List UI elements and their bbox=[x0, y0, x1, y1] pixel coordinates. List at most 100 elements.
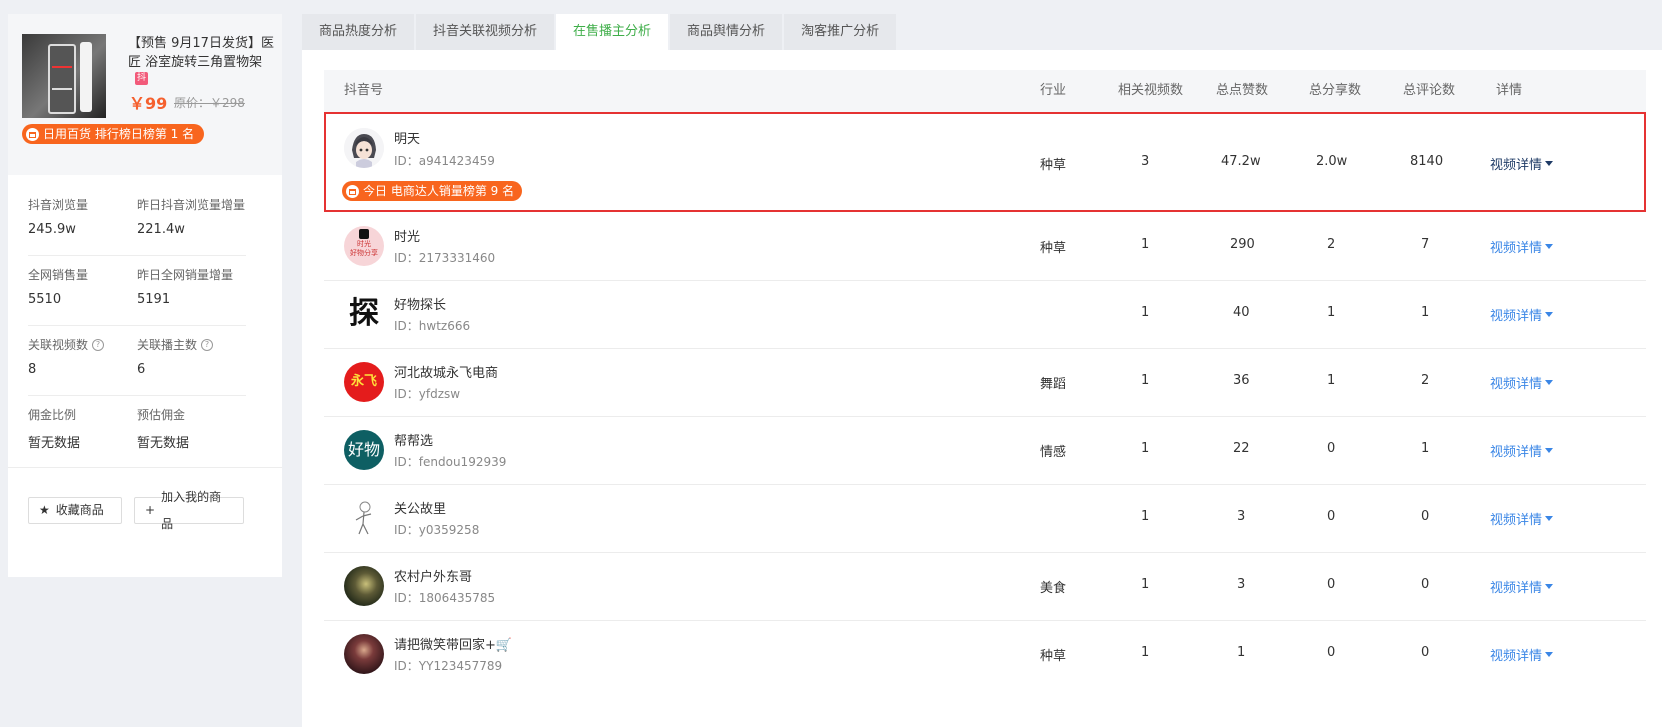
tab-product-heat[interactable]: 商品热度分析 bbox=[302, 14, 415, 50]
table-row[interactable]: 好物 帮帮选 ID：fendou192939 情感 1 22 0 1 视频详情 bbox=[324, 416, 1646, 485]
tab-related-videos[interactable]: 抖音关联视频分析 bbox=[416, 14, 555, 50]
sales-rank-badge: 今日 电商达人销量榜第 9 名 bbox=[342, 181, 523, 201]
table-row[interactable]: 探 好物探长 ID：hwtz666 1 40 1 1 视频详情 bbox=[324, 280, 1646, 349]
chevron-down-icon bbox=[1545, 652, 1554, 657]
cell-comments: 0 bbox=[1421, 645, 1430, 660]
account-id: ID：y0359258 bbox=[394, 523, 480, 537]
table-row[interactable]: 请把微笑带回家+🛒 ID：YY123457789 种草 1 1 0 0 视频详情 bbox=[324, 620, 1646, 688]
cell-likes: 3 bbox=[1237, 509, 1246, 524]
cell-likes: 3 bbox=[1237, 577, 1246, 592]
teal-avatar[interactable]: 好物 bbox=[344, 430, 384, 470]
portrait-avatar[interactable] bbox=[344, 634, 384, 674]
video-detail-link[interactable]: 视频详情 bbox=[1490, 441, 1554, 460]
video-detail-link[interactable]: 视频详情 bbox=[1490, 237, 1554, 256]
stat-douyin-views: 抖音浏览量 245.9w bbox=[28, 198, 89, 237]
category-rank-badge: 日用百货 排行榜日榜第 1 名 bbox=[22, 124, 205, 144]
photo-avatar[interactable] bbox=[344, 566, 384, 606]
account-id: ID：1806435785 bbox=[394, 591, 496, 605]
cell-likes: 40 bbox=[1233, 305, 1250, 320]
cell-industry: 美食 bbox=[1040, 581, 1067, 596]
col-industry: 行业 bbox=[1040, 83, 1067, 98]
analysis-tabs: 商品热度分析 抖音关联视频分析 在售播主分析 商品舆情分析 淘客推广分析 bbox=[302, 14, 897, 50]
cell-comments: 7 bbox=[1421, 237, 1430, 252]
stat-yesterday-sales: 昨日全网销量增量 5191 bbox=[137, 268, 234, 307]
col-comments: 总评论数 bbox=[1403, 83, 1456, 98]
cell-comments: 8140 bbox=[1410, 154, 1444, 169]
cell-shares: 0 bbox=[1327, 577, 1336, 592]
video-detail-link[interactable]: 视频详情 bbox=[1490, 509, 1554, 528]
stat-row: 关联视频数? 8 关联播主数? 6 bbox=[28, 326, 246, 396]
cell-likes: 22 bbox=[1233, 441, 1250, 456]
rank-badge-text: 日用百货 排行榜日榜第 1 名 bbox=[43, 127, 195, 141]
product-price: ￥99 bbox=[129, 94, 168, 113]
table-row[interactable]: 明天 ID：a941423459 今日 电商达人销量榜第 9 名 种草 3 47… bbox=[324, 112, 1646, 212]
help-icon[interactable]: ? bbox=[92, 338, 105, 351]
tab-taoke[interactable]: 淘客推广分析 bbox=[784, 14, 897, 50]
account-name[interactable]: 好物探长 bbox=[394, 294, 446, 313]
col-account: 抖音号 bbox=[344, 83, 384, 98]
help-icon[interactable]: ? bbox=[201, 338, 214, 351]
cell-videos: 1 bbox=[1141, 441, 1150, 456]
cell-shares: 1 bbox=[1327, 305, 1336, 320]
product-title[interactable]: 【预售 9月17日发货】医匠 浴室旋转三角置物架 bbox=[128, 34, 278, 72]
cell-shares: 0 bbox=[1327, 509, 1336, 524]
cell-comments: 1 bbox=[1421, 305, 1430, 320]
account-name[interactable]: 河北故城永飞电商 bbox=[394, 362, 498, 381]
account-id: ID：hwtz666 bbox=[394, 319, 471, 333]
cell-industry: 情感 bbox=[1040, 445, 1067, 460]
tab-sentiment[interactable]: 商品舆情分析 bbox=[670, 14, 783, 50]
product-panel: 【预售 9月17日发货】医匠 浴室旋转三角置物架 抖 ￥99 原价：￥298 日… bbox=[8, 14, 282, 577]
cell-likes: 47.2w bbox=[1221, 154, 1261, 169]
stat-related-streamers: 关联播主数? 6 bbox=[137, 336, 214, 377]
cell-videos: 1 bbox=[1141, 373, 1150, 388]
table-row[interactable]: 永飞 河北故城永飞电商 ID：yfdzsw 舞蹈 1 36 1 2 视频详情 bbox=[324, 348, 1646, 417]
sketch-avatar[interactable] bbox=[344, 498, 384, 538]
tab-streamers[interactable]: 在售播主分析 bbox=[556, 14, 669, 50]
video-detail-link[interactable]: 视频详情 bbox=[1490, 645, 1554, 664]
account-name[interactable]: 明天 bbox=[394, 128, 420, 147]
stat-commission-rate: 佣金比例 暂无数据 bbox=[28, 408, 81, 451]
stat-row: 抖音浏览量 245.9w 昨日抖音浏览量增量 221.4w bbox=[28, 186, 246, 256]
table-row[interactable]: 关公故里 ID：y0359258 1 3 0 0 视频详情 bbox=[324, 484, 1646, 553]
original-price: 原价：￥298 bbox=[174, 96, 245, 110]
account-name[interactable]: 关公故里 bbox=[394, 498, 446, 517]
cell-videos: 1 bbox=[1141, 237, 1150, 252]
video-detail-link[interactable]: 视频详情 bbox=[1490, 305, 1554, 324]
stat-estimated-commission: 预估佣金 暂无数据 bbox=[137, 408, 190, 451]
chevron-down-icon bbox=[1545, 244, 1554, 249]
table-row[interactable]: 时光 好物分享 时光 ID：2173331460 种草 1 290 2 7 视频… bbox=[324, 212, 1646, 281]
cell-industry: 舞蹈 bbox=[1040, 377, 1067, 392]
video-detail-link[interactable]: 视频详情 bbox=[1490, 577, 1554, 596]
video-detail-link[interactable]: 视频详情 bbox=[1490, 154, 1554, 173]
chevron-down-icon bbox=[1545, 448, 1554, 453]
cell-shares: 2 bbox=[1327, 237, 1336, 252]
star-icon: ★ bbox=[39, 503, 50, 517]
favorite-product-button[interactable]: ★ 收藏商品 bbox=[28, 497, 122, 524]
cell-videos: 1 bbox=[1141, 305, 1150, 320]
product-stats: 抖音浏览量 245.9w 昨日抖音浏览量增量 221.4w 全网销售量 5510… bbox=[28, 186, 246, 465]
plus-icon: + bbox=[145, 503, 156, 517]
bag-icon bbox=[346, 184, 359, 198]
logo-avatar[interactable]: 永飞 bbox=[344, 362, 384, 402]
add-to-my-products-button[interactable]: + 加入我的商品 bbox=[134, 490, 244, 531]
cell-comments: 1 bbox=[1421, 441, 1430, 456]
account-name[interactable]: 时光 bbox=[394, 226, 420, 245]
cell-industry: 种草 bbox=[1040, 649, 1067, 664]
tiktok-icon: 抖 bbox=[135, 72, 148, 85]
anime-avatar[interactable] bbox=[344, 128, 384, 168]
video-detail-link[interactable]: 视频详情 bbox=[1490, 373, 1554, 392]
stat-row: 全网销售量 5510 昨日全网销量增量 5191 bbox=[28, 256, 246, 326]
table-row[interactable]: 农村户外东哥 ID：1806435785 美食 1 3 0 0 视频详情 bbox=[324, 552, 1646, 621]
cell-likes: 290 bbox=[1230, 237, 1255, 252]
col-likes: 总点赞数 bbox=[1216, 83, 1269, 98]
account-name[interactable]: 帮帮选 bbox=[394, 430, 433, 449]
account-name[interactable]: 农村户外东哥 bbox=[394, 566, 472, 585]
text-avatar[interactable]: 探 bbox=[344, 294, 384, 334]
chevron-down-icon bbox=[1545, 380, 1554, 385]
cell-videos: 1 bbox=[1141, 645, 1150, 660]
cell-comments: 2 bbox=[1421, 373, 1430, 388]
account-name[interactable]: 请把微笑带回家+🛒 bbox=[394, 634, 512, 653]
tiktok-avatar[interactable]: 时光 好物分享 bbox=[344, 226, 384, 266]
product-image[interactable] bbox=[22, 34, 106, 118]
account-id: ID：YY123457789 bbox=[394, 659, 503, 673]
